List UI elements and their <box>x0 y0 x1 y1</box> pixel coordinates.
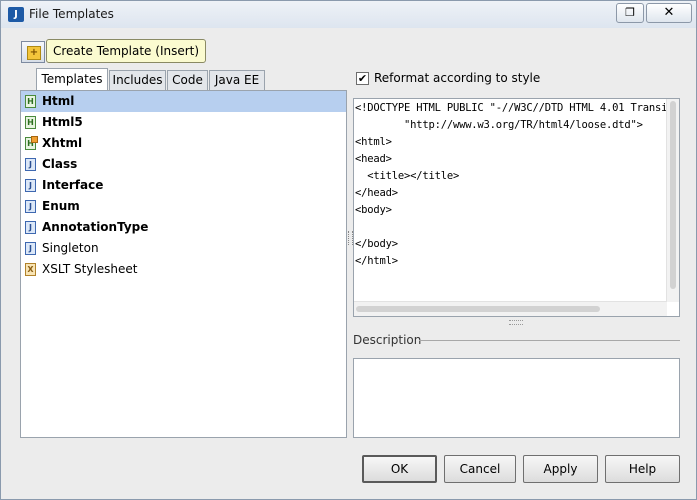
code-line: <body> <box>355 204 392 216</box>
code-line: <!DOCTYPE HTML PUBLIC "-//W3C//DTD HTML … <box>355 102 669 114</box>
reformat-label: Reformat according to style <box>374 71 541 85</box>
tooltip: Create Template (Insert) <box>46 39 207 63</box>
list-item-class[interactable]: J Class <box>21 154 346 175</box>
code-line: <head> <box>355 153 392 165</box>
list-item-label: Enum <box>42 199 80 213</box>
tab-java-ee[interactable]: Java EE <box>209 70 265 90</box>
list-item-label: Html5 <box>42 115 83 129</box>
description-box <box>353 358 680 438</box>
create-template-button[interactable]: + <box>21 41 45 63</box>
code-line: </html> <box>355 255 398 267</box>
tab-templates[interactable]: Templates <box>36 68 108 90</box>
list-item-label: XSLT Stylesheet <box>42 262 138 276</box>
list-item-label: Class <box>42 157 78 171</box>
vertical-scrollbar[interactable] <box>666 99 679 302</box>
code-area[interactable]: <!DOCTYPE HTML PUBLIC "-//W3C//DTD HTML … <box>354 100 669 300</box>
intellij-idea-icon: J <box>8 7 24 22</box>
list-item-label: Interface <box>42 178 104 192</box>
code-line: <html> <box>355 136 392 148</box>
java-enum-icon: J <box>25 200 36 213</box>
resize-grip[interactable] <box>509 320 523 325</box>
code-line: </head> <box>355 187 398 199</box>
template-editor[interactable]: <!DOCTYPE HTML PUBLIC "-//W3C//DTD HTML … <box>353 98 680 317</box>
list-item-label: Html <box>42 94 75 108</box>
java-annotation-icon: J <box>25 221 36 234</box>
list-item-label: Singleton <box>42 241 99 255</box>
list-item-annotation-type[interactable]: J AnnotationType <box>21 217 346 238</box>
list-item-xslt-stylesheet[interactable]: X XSLT Stylesheet <box>21 259 346 280</box>
add-template-icon: + <box>27 46 41 60</box>
window-title: File Templates <box>29 7 114 21</box>
list-item-html[interactable]: H Html <box>21 91 346 112</box>
html-file-icon: H <box>25 95 36 108</box>
apply-button[interactable]: Apply <box>523 455 598 483</box>
title-bar: J File Templates ❐ ✕ <box>1 1 696 28</box>
list-item-singleton[interactable]: J Singleton <box>21 238 346 259</box>
tab-code[interactable]: Code <box>167 70 208 90</box>
list-item-interface[interactable]: J Interface <box>21 175 346 196</box>
list-item-label: AnnotationType <box>42 220 149 234</box>
java-class-icon: J <box>25 242 36 255</box>
java-interface-icon: J <box>25 179 36 192</box>
code-line: </body> <box>355 238 398 250</box>
ok-button[interactable]: OK <box>362 455 437 483</box>
list-item-enum[interactable]: J Enum <box>21 196 346 217</box>
vertical-scroll-thumb[interactable] <box>670 101 676 289</box>
template-list: H Html H Html5 H Xhtml J Class J Interfa… <box>20 90 347 438</box>
cancel-button[interactable]: Cancel <box>444 455 516 483</box>
close-icon: ✕ <box>663 5 675 20</box>
html-file-icon: H <box>25 116 36 129</box>
reformat-checkbox[interactable]: ✔ <box>356 72 369 85</box>
list-item-xhtml[interactable]: H Xhtml <box>21 133 346 154</box>
description-label: Description <box>353 333 422 347</box>
horizontal-scroll-thumb[interactable] <box>356 306 600 312</box>
code-line: <title></title> <box>355 170 460 182</box>
xhtml-file-icon: H <box>25 136 38 150</box>
code-line: "http://www.w3.org/TR/html4/loose.dtd"> <box>355 119 643 131</box>
restore-button[interactable]: ❐ <box>616 3 644 23</box>
list-item-label: Xhtml <box>42 136 83 150</box>
tab-includes[interactable]: Includes <box>109 70 166 90</box>
list-item-html5[interactable]: H Html5 <box>21 112 346 133</box>
description-divider <box>419 340 680 341</box>
help-button[interactable]: Help <box>605 455 680 483</box>
xslt-file-icon: X <box>25 263 36 276</box>
close-button[interactable]: ✕ <box>646 3 692 23</box>
file-templates-dialog: J File Templates ❐ ✕ + Create Template (… <box>0 0 697 500</box>
horizontal-scrollbar[interactable] <box>354 301 667 316</box>
java-class-icon: J <box>25 158 36 171</box>
restore-icon: ❐ <box>625 6 635 19</box>
